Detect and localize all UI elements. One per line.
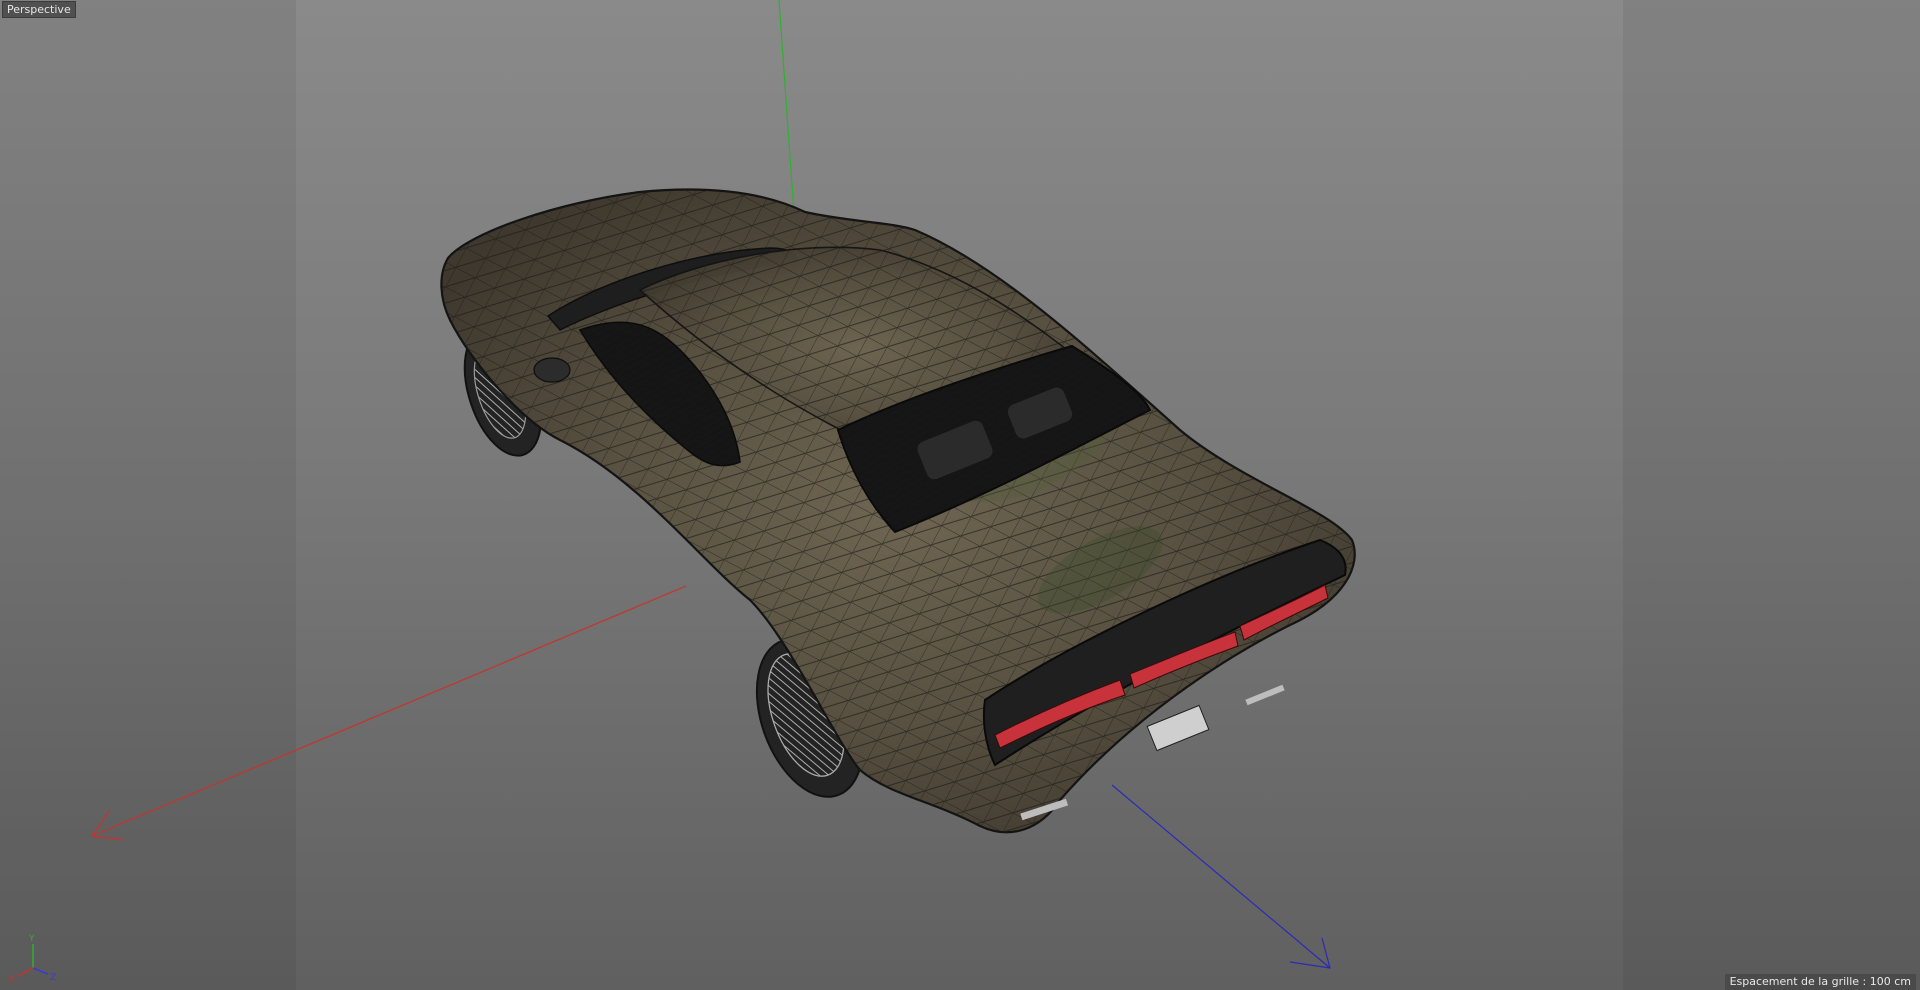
gizmo-x-axis (17, 967, 34, 977)
car-model[interactable] (440, 188, 1356, 834)
gizmo-x-label: X (9, 975, 15, 984)
axis-gizmo: Y X Z (9, 934, 56, 984)
gizmo-y-label: Y (28, 934, 35, 944)
z-axis-line (1111, 784, 1331, 969)
gizmo-z-axis (32, 967, 49, 975)
viewport-camera-label[interactable]: Perspective (2, 1, 76, 18)
scene-canvas[interactable] (0, 0, 1920, 990)
side-mirror (533, 357, 571, 383)
3d-viewport[interactable]: Perspective Y X Z Espacement de la grill… (0, 0, 1920, 990)
gizmo-z-label: Z (50, 973, 56, 983)
grid-spacing-readout: Espacement de la grille : 100 cm (1724, 974, 1916, 990)
exhaust-tip (1245, 684, 1285, 706)
license-plate (1146, 704, 1210, 752)
x-axis-line (91, 585, 687, 837)
